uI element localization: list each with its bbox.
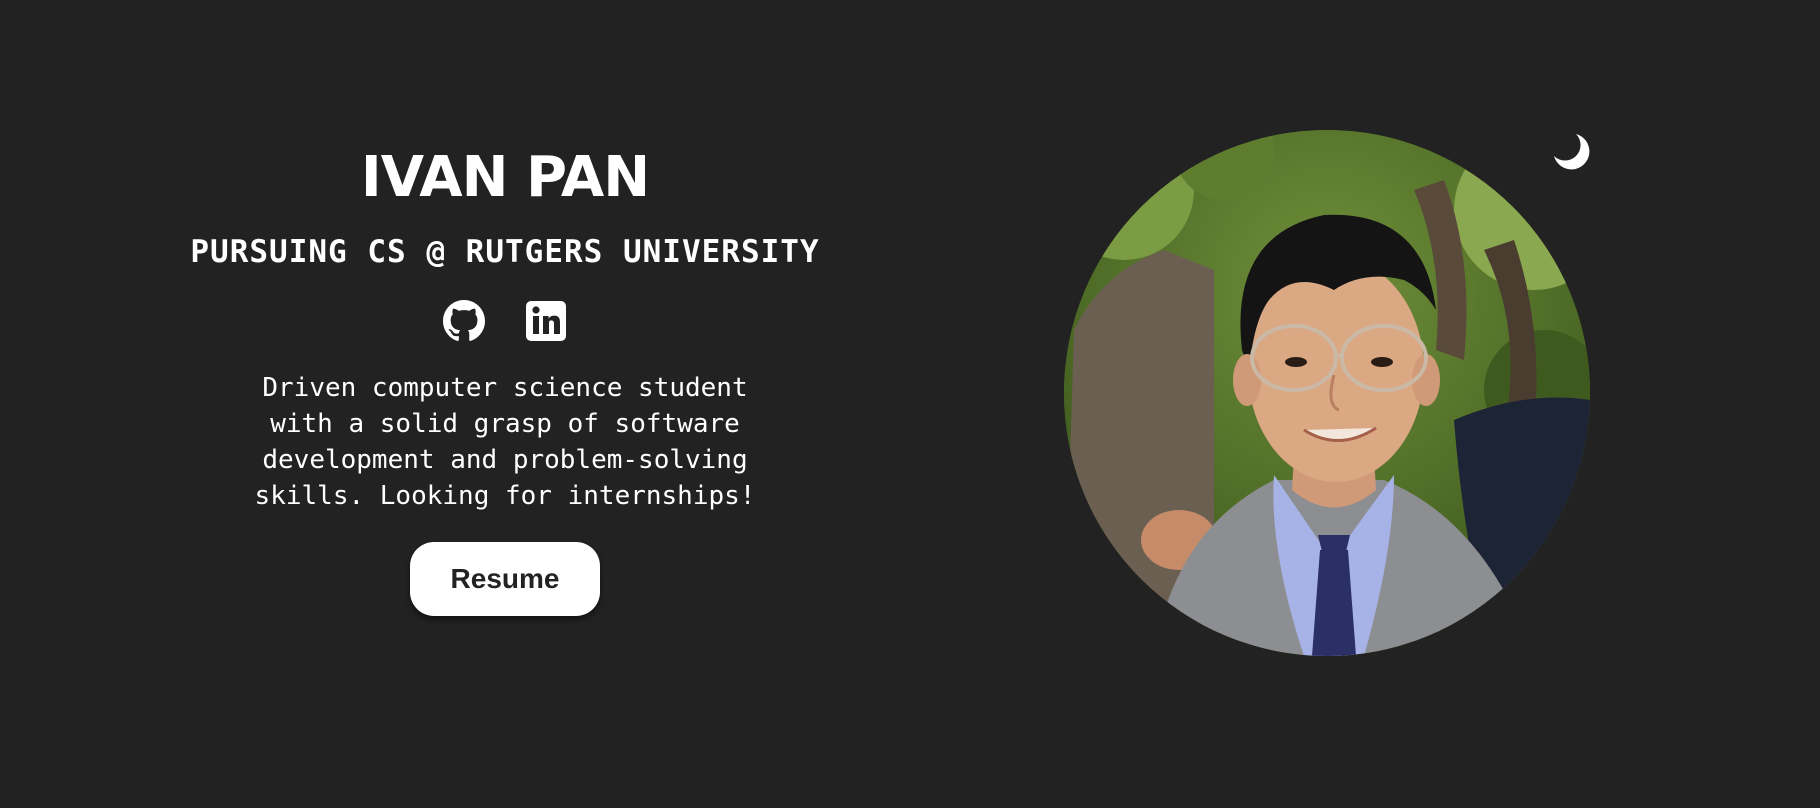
- github-icon: [443, 300, 485, 341]
- hero-intro: IVAN PAN PURSUING CS @ RUTGERS UNIVERSIT…: [160, 140, 850, 616]
- profile-photo-illustration: [1064, 130, 1590, 656]
- social-links: [443, 300, 567, 342]
- profile-photo: [1064, 130, 1590, 656]
- theme-toggle-button[interactable]: [1548, 128, 1592, 172]
- github-link[interactable]: [443, 300, 485, 342]
- linkedin-icon: [526, 301, 566, 341]
- hero-bio: Driven computer science student with a s…: [254, 373, 756, 511]
- linkedin-link[interactable]: [525, 300, 567, 342]
- hero-name: IVAN PAN: [360, 145, 650, 210]
- page: IVAN PAN PURSUING CS @ RUTGERS UNIVERSIT…: [0, 0, 1820, 808]
- moon-icon: [1554, 134, 1590, 170]
- hero-tagline: PURSUING CS @ RUTGERS UNIVERSITY: [190, 234, 820, 270]
- resume-button[interactable]: Resume: [410, 542, 600, 616]
